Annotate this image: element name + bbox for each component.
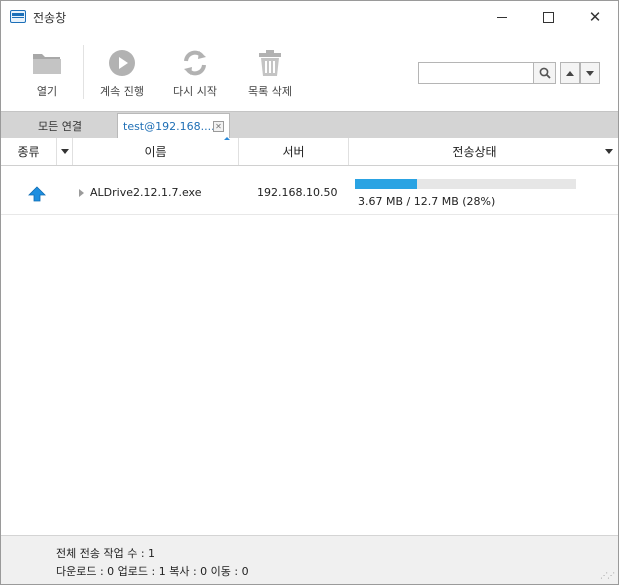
search-input[interactable] — [419, 63, 533, 83]
chevron-down-icon — [586, 70, 594, 76]
tab-label: test@192.168.... — [123, 120, 215, 133]
transfer-window: 전송창 ✕ 열기 계속 진행 다시 시작 목록 삭제 모든 연결 test@19… — [0, 0, 619, 585]
connection-tabs: 모든 연결 test@192.168.... ✕ — [1, 111, 618, 139]
delete-list-button[interactable]: 목록 삭제 — [243, 47, 297, 101]
close-icon: ✕ — [215, 121, 222, 131]
close-icon: ✕ — [588, 7, 602, 26]
minimize-button[interactable] — [479, 1, 525, 33]
type-filter-dropdown[interactable] — [57, 138, 73, 165]
next-result-button[interactable] — [580, 62, 600, 84]
window-title: 전송창 — [33, 11, 67, 25]
tab-connection[interactable]: test@192.168.... ✕ — [117, 113, 230, 139]
tab-close-button[interactable]: ✕ — [213, 121, 224, 132]
progress-bar — [355, 179, 576, 189]
maximize-button[interactable] — [525, 1, 571, 33]
status-footer: 전체 전송 작업 수 : 1 다운로드 : 0 업로드 : 1 복사 : 0 이… — [1, 535, 618, 584]
play-icon — [106, 47, 138, 79]
table-row[interactable]: ALDrive2.12.1.7.exe 192.168.10.50 3.67 M… — [1, 167, 618, 215]
column-name[interactable]: 이름 — [73, 137, 239, 165]
tab-label: 모든 연결 — [38, 120, 82, 133]
continue-label: 계속 진행 — [100, 85, 144, 98]
resize-grip[interactable]: ⋰⋰ — [600, 571, 615, 580]
close-button[interactable]: ✕ — [572, 1, 618, 33]
chevron-up-icon — [566, 70, 574, 76]
toolbar: 열기 계속 진행 다시 시작 목록 삭제 — [1, 33, 618, 111]
continue-button[interactable]: 계속 진행 — [93, 47, 151, 101]
chevron-down-icon — [605, 149, 613, 154]
transfer-list: ALDrive2.12.1.7.exe 192.168.10.50 3.67 M… — [1, 167, 618, 535]
title-bar[interactable]: 전송창 ✕ — [1, 1, 618, 33]
search-icon — [539, 67, 551, 79]
column-header: 종류 이름 서버 전송상태 — [1, 137, 618, 166]
column-name-label: 이름 — [144, 145, 167, 159]
server-address: 192.168.10.50 — [257, 186, 338, 199]
column-server[interactable]: 서버 — [239, 138, 349, 165]
search-box — [418, 62, 556, 84]
app-window-icon — [10, 10, 26, 23]
open-label: 열기 — [36, 85, 58, 98]
sort-up-icon — [224, 137, 230, 140]
delete-list-label: 목록 삭제 — [248, 85, 292, 98]
upload-arrow-icon — [28, 186, 46, 202]
expand-row-icon[interactable] — [79, 189, 84, 197]
open-button[interactable]: 열기 — [23, 47, 71, 101]
file-name: ALDrive2.12.1.7.exe — [90, 186, 202, 199]
restart-button[interactable]: 다시 시작 — [167, 47, 223, 101]
column-status[interactable]: 전송상태 — [349, 138, 600, 165]
search-button[interactable] — [533, 63, 555, 83]
toolbar-divider — [83, 45, 84, 99]
progress-text: 3.67 MB / 12.7 MB (28%) — [358, 195, 496, 208]
trash-icon — [254, 47, 286, 79]
chevron-down-icon — [60, 149, 69, 154]
restart-label: 다시 시작 — [173, 85, 217, 98]
transfer-type-counts: 다운로드 : 0 업로드 : 1 복사 : 0 이동 : 0 — [56, 565, 249, 578]
refresh-icon — [179, 47, 211, 79]
progress-fill — [355, 179, 417, 189]
folder-icon — [31, 47, 63, 79]
column-options-dropdown[interactable] — [600, 138, 618, 165]
total-transfer-count: 전체 전송 작업 수 : 1 — [56, 547, 156, 560]
tab-all-connections[interactable]: 모든 연결 — [4, 113, 116, 139]
previous-result-button[interactable] — [560, 62, 580, 84]
column-type[interactable]: 종류 — [1, 138, 57, 165]
